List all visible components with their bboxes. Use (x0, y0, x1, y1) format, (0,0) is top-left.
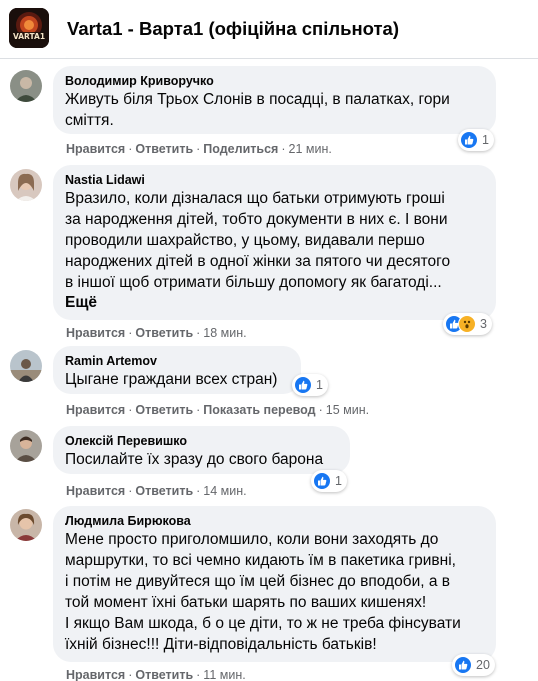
comment-text: Вразило, коли дізналася що батьки отриму… (65, 190, 451, 291)
see-more-link[interactable]: Ещё (65, 293, 484, 313)
comment-author[interactable]: Володимир Криворучко (65, 73, 484, 89)
comment-timestamp[interactable]: 14 мин. (203, 484, 246, 498)
comment-text: Цыгане граждани всех стран) (65, 371, 278, 388)
like-reaction-icon (460, 131, 478, 149)
comment-timestamp[interactable]: 18 мин. (203, 326, 246, 340)
like-button[interactable]: Нравится (66, 142, 125, 156)
comment-actions: Нравится · Ответить · 11 мин. (66, 668, 246, 681)
show-translation-button[interactable]: Показать перевод (203, 403, 315, 417)
group-title[interactable]: Varta1 - Варта1 (офіційна спільнота) (67, 18, 399, 40)
reaction-summary[interactable]: 1 (311, 470, 347, 492)
user-avatar-icon (10, 70, 42, 102)
varta-logo-icon: VARTA1 (9, 8, 49, 48)
comment-text: Мене просто приголомшило, коли вони захо… (65, 531, 461, 653)
comment-author[interactable]: Nastia Lidawi (65, 172, 484, 188)
avatar[interactable] (10, 350, 42, 382)
reply-button[interactable]: Ответить (135, 668, 193, 681)
comment-actions: Нравится · Ответить · Поделиться · 21 мин. (66, 142, 332, 156)
comment-author[interactable]: Олексій Перевишко (65, 433, 338, 449)
comment-bubble: Nastia Lidawi Вразило, коли дізналася що… (53, 165, 496, 320)
comment-actions: Нравится · Ответить · 18 мин. (66, 326, 247, 340)
comment: Ramin Artemov Цыгане граждани всех стран… (0, 344, 538, 422)
like-button[interactable]: Нравится (66, 668, 125, 681)
comment-timestamp[interactable]: 15 мин. (326, 403, 369, 417)
reaction-summary[interactable]: 1 (458, 129, 494, 151)
group-logo[interactable]: VARTA1 (9, 8, 49, 48)
avatar[interactable] (10, 169, 42, 201)
user-avatar-icon (10, 509, 42, 541)
comment-author[interactable]: Людмила Бирюкова (65, 513, 484, 529)
group-header: VARTA1 Varta1 - Варта1 (офіційна спільно… (0, 0, 538, 58)
reaction-summary[interactable]: 3 (443, 313, 492, 335)
comment-actions: Нравится · Ответить · Показать перевод · 15 ми… (66, 403, 370, 417)
comment: Людмила Бирюкова Мене просто приголомшил… (0, 506, 538, 681)
reaction-count: 1 (482, 133, 489, 147)
reaction-count: 1 (316, 378, 323, 392)
reaction-count: 1 (335, 474, 342, 488)
comment-text: Посилайте їх зразу до свого барона (65, 451, 324, 468)
comment: Nastia Lidawi Вразило, коли дізналася що… (0, 163, 538, 343)
user-avatar-icon (10, 169, 42, 201)
user-avatar-icon (10, 350, 42, 382)
comment-bubble: Людмила Бирюкова Мене просто приголомшил… (53, 506, 496, 662)
reaction-count: 20 (476, 658, 490, 672)
reply-button[interactable]: Ответить (135, 142, 193, 156)
avatar[interactable] (10, 70, 42, 102)
reply-button[interactable]: Ответить (135, 326, 193, 340)
reaction-count: 3 (480, 317, 487, 331)
like-reaction-icon (454, 656, 472, 674)
like-reaction-icon (294, 376, 312, 394)
comment-bubble: Олексій Перевишко Посилайте їх зразу до … (53, 426, 350, 474)
comment-actions: Нравится · Ответить · 14 мин. (66, 484, 247, 498)
user-avatar-icon (10, 430, 42, 462)
comment-text: Живуть біля Трьох Слонів в посадці, в па… (65, 91, 450, 129)
avatar[interactable] (10, 509, 42, 541)
reply-button[interactable]: Ответить (135, 403, 193, 417)
share-button[interactable]: Поделиться (203, 142, 278, 156)
comment-bubble: Володимир Криворучко Живуть біля Трьох С… (53, 66, 496, 134)
reaction-summary[interactable]: 1 (292, 374, 328, 396)
reaction-summary[interactable]: 20 (452, 654, 495, 676)
like-button[interactable]: Нравится (66, 403, 125, 417)
comment: Володимир Криворучко Живуть біля Трьох С… (0, 64, 538, 164)
comment-bubble: Ramin Artemov Цыгане граждани всех стран… (53, 346, 301, 394)
wow-reaction-icon (458, 315, 476, 333)
comment-author[interactable]: Ramin Artemov (65, 353, 289, 369)
comment-timestamp[interactable]: 11 мин. (203, 668, 245, 681)
like-reaction-icon (313, 472, 331, 490)
like-button[interactable]: Нравится (66, 326, 125, 340)
svg-text:VARTA1: VARTA1 (13, 32, 45, 41)
header-divider (0, 58, 538, 59)
comment-timestamp[interactable]: 21 мин. (289, 142, 332, 156)
reply-button[interactable]: Ответить (135, 484, 193, 498)
avatar[interactable] (10, 430, 42, 462)
comment: Олексій Перевишко Посилайте їх зразу до … (0, 424, 538, 504)
like-button[interactable]: Нравится (66, 484, 125, 498)
